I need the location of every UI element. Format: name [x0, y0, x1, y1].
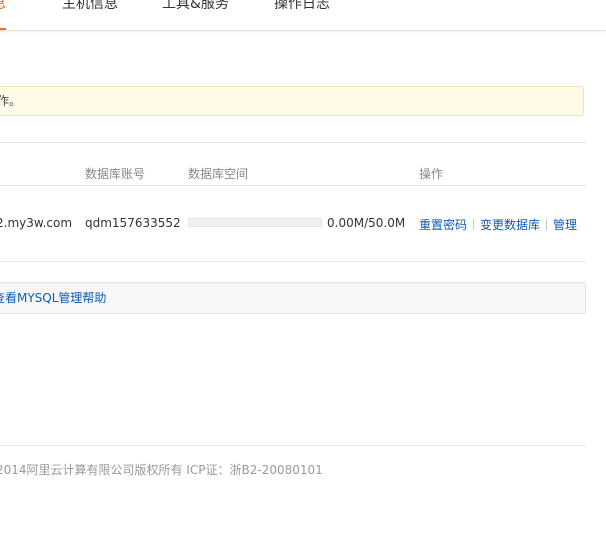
column-header-account: 数据库账号: [85, 167, 146, 181]
change-database-link[interactable]: 变更数据库: [480, 218, 540, 232]
database-host: 2.my3w.com: [0, 216, 73, 230]
mysql-help-link[interactable]: 查看MYSQL管理帮助: [0, 291, 106, 305]
database-space-usage: 0.00M/50.0M: [327, 216, 406, 230]
row-operations: 重置密码 变更数据库 管理: [419, 216, 577, 233]
ops-separator: [546, 219, 548, 230]
reset-password-link[interactable]: 重置密码: [419, 218, 467, 232]
notice-banner: 作。: [0, 86, 584, 116]
notice-text: 作。: [0, 94, 22, 108]
table-bottom-divider: [0, 261, 586, 262]
help-box: 查看MYSQL管理帮助: [0, 282, 586, 314]
ops-separator: [473, 219, 475, 230]
column-header-ops: 操作: [419, 167, 444, 181]
database-account: qdm157633552: [85, 216, 181, 230]
database-space-progress-bar: [188, 218, 322, 227]
table-header-divider: [0, 185, 586, 186]
manage-link[interactable]: 管理: [553, 218, 577, 232]
tab-tools-services[interactable]: 工具&服务: [162, 0, 229, 30]
tab-operation-log[interactable]: 操作日志: [274, 0, 330, 30]
footer-copyright: 2014阿里云计算有限公司版权所有 ICP证：浙B2-20080101: [0, 463, 323, 477]
table-top-divider: [0, 142, 586, 143]
footer-divider: [0, 445, 586, 446]
column-header-space: 数据库空间: [188, 167, 249, 181]
tab-info[interactable]: 信息: [0, 0, 6, 30]
tab-bar: 信息 主机信息 工具&服务 操作日志: [0, 0, 606, 31]
tab-host-info[interactable]: 主机信息: [62, 0, 118, 30]
